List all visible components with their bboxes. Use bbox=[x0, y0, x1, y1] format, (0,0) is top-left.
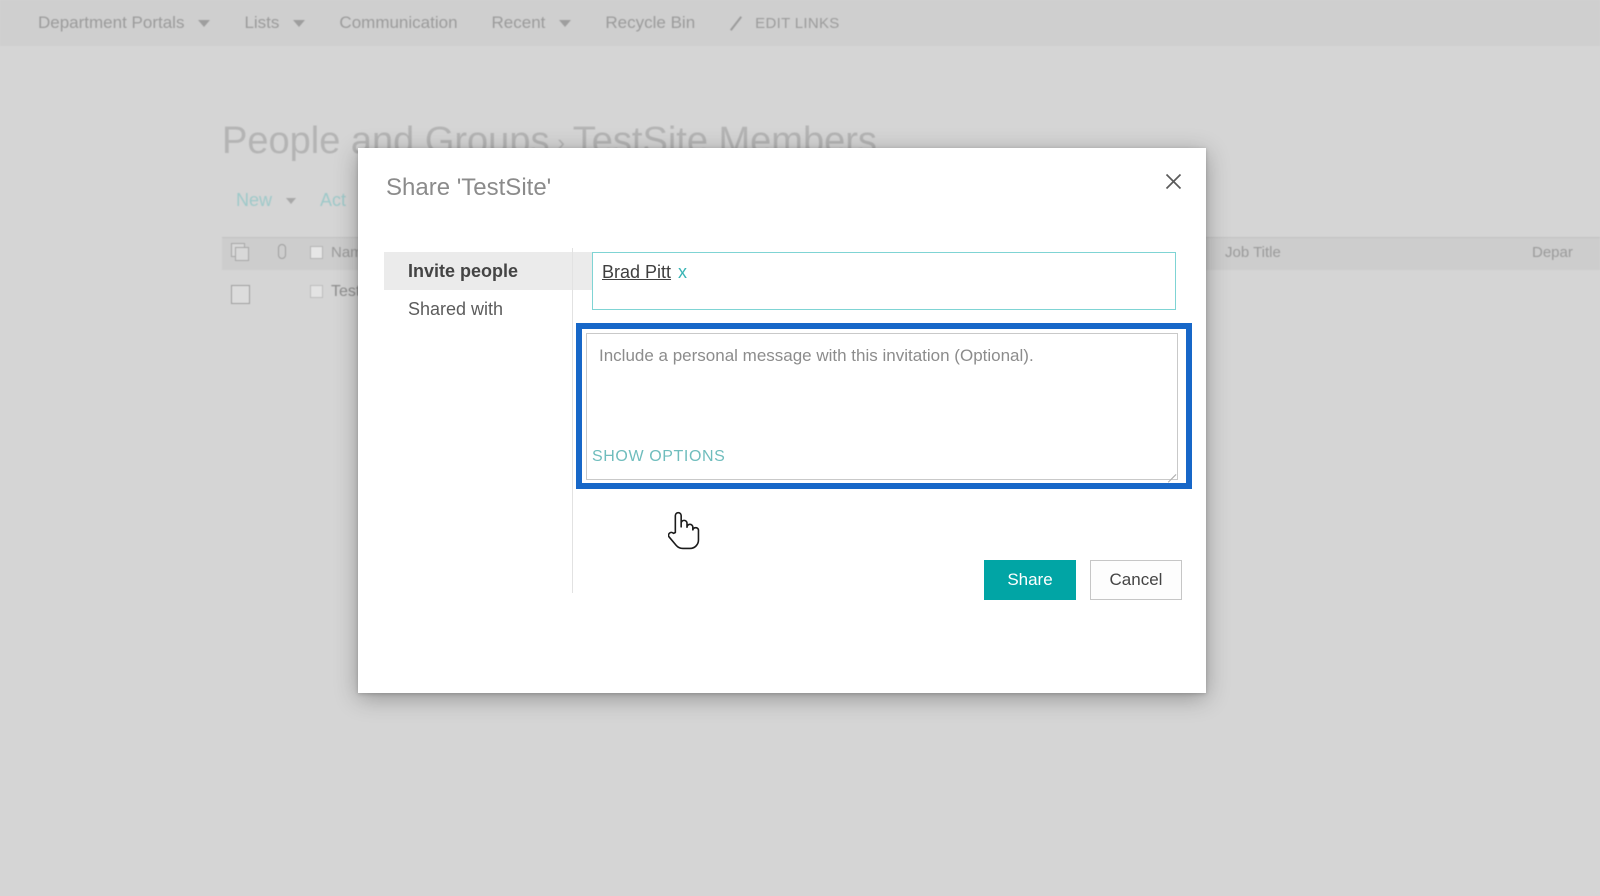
recipients-input[interactable]: Brad Pitt x bbox=[592, 252, 1176, 310]
checkbox-icon[interactable] bbox=[310, 246, 323, 259]
checkbox-icon[interactable] bbox=[310, 285, 323, 298]
tab-label: Invite people bbox=[408, 260, 519, 281]
nav-label: EDIT LINKS bbox=[755, 14, 840, 32]
recipient-token: Brad Pitt x bbox=[602, 262, 687, 283]
recipient-name[interactable]: Brad Pitt bbox=[602, 262, 671, 282]
pencil-icon bbox=[729, 15, 745, 31]
nav-item-lists[interactable]: Lists bbox=[244, 13, 306, 33]
nav-item-edit-links[interactable]: EDIT LINKS bbox=[729, 15, 839, 32]
row-checkbox[interactable] bbox=[231, 285, 250, 304]
share-button[interactable]: Share bbox=[984, 560, 1076, 600]
attachment-icon bbox=[274, 243, 288, 261]
column-header-job-title[interactable]: Job Title bbox=[1225, 244, 1281, 261]
nav-label: Lists bbox=[244, 13, 280, 32]
top-navigation: Department Portals Lists Communication R… bbox=[0, 0, 1600, 46]
screen: Department Portals Lists Communication R… bbox=[0, 0, 1600, 896]
cancel-button[interactable]: Cancel bbox=[1090, 560, 1182, 600]
nav-label: Department Portals bbox=[38, 13, 185, 32]
dialog-title: Share 'TestSite' bbox=[386, 174, 552, 201]
chevron-down-icon[interactable] bbox=[286, 197, 297, 204]
dialog-actions: Share Cancel bbox=[592, 560, 1182, 600]
column-header-department[interactable]: Depar bbox=[1532, 244, 1573, 261]
vertical-divider bbox=[572, 248, 573, 593]
dialog-body: Invite people Shared with Brad Pitt x In… bbox=[358, 248, 1206, 602]
column-header-name[interactable]: Nam bbox=[310, 244, 363, 261]
close-icon[interactable] bbox=[1158, 166, 1188, 196]
remove-recipient-icon[interactable]: x bbox=[678, 262, 687, 282]
nav-item-department-portals[interactable]: Department Portals bbox=[38, 13, 211, 33]
command-bar: New Act bbox=[236, 190, 360, 211]
actions-button[interactable]: Act bbox=[320, 190, 346, 211]
tab-invite-people[interactable]: Invite people bbox=[384, 252, 598, 290]
nav-item-recycle-bin[interactable]: Recycle Bin bbox=[605, 13, 695, 33]
chevron-down-icon bbox=[198, 19, 211, 27]
share-dialog: Share 'TestSite' Invite people Shared wi… bbox=[358, 148, 1206, 693]
nav-label: Recent bbox=[491, 13, 546, 32]
show-options-link[interactable]: SHOW OPTIONS bbox=[592, 448, 725, 466]
dialog-content: Brad Pitt x SHOW OPTIONS bbox=[576, 252, 1192, 489]
nav-label: Communication bbox=[339, 13, 458, 32]
tab-label: Shared with bbox=[408, 298, 504, 319]
nav-item-communication[interactable]: Communication bbox=[339, 13, 457, 33]
tab-shared-with[interactable]: Shared with bbox=[384, 290, 572, 328]
row-name-cell: Test bbox=[310, 283, 360, 301]
chevron-down-icon bbox=[559, 19, 572, 27]
new-button[interactable]: New bbox=[236, 190, 272, 211]
select-all-icon[interactable] bbox=[231, 243, 251, 263]
nav-label: Recycle Bin bbox=[605, 13, 696, 32]
chevron-down-icon bbox=[293, 19, 306, 27]
dialog-sidebar: Invite people Shared with bbox=[384, 252, 598, 328]
nav-item-recent[interactable]: Recent bbox=[492, 13, 572, 33]
